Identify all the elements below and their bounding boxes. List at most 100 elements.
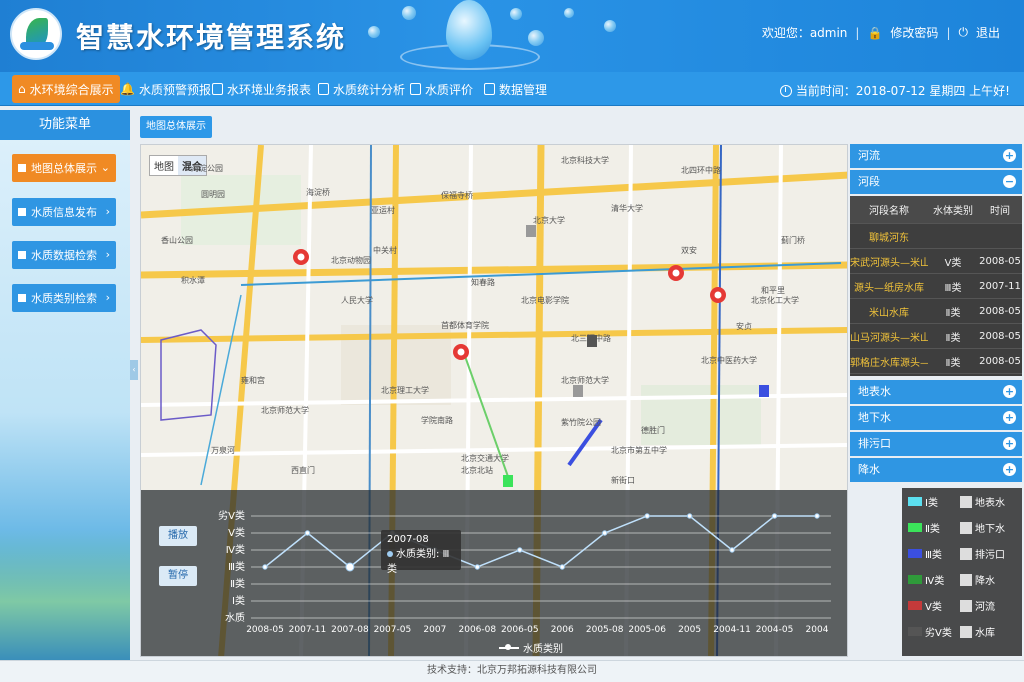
section-river[interactable]: 河流 + bbox=[850, 144, 1022, 168]
bubble-icon bbox=[564, 8, 574, 18]
main-nav: ⌂ 水环境综合展示 🔔 水质预警预报 水环境业务报表 水质统计分析 水质评价 数据管… bbox=[0, 72, 1024, 106]
map-label: 北京中医药大学 bbox=[701, 356, 757, 365]
x-tick-label: 2004-11 bbox=[713, 625, 751, 635]
chart-legend[interactable]: 水质类别 bbox=[499, 640, 563, 655]
groundwater-icon bbox=[960, 521, 972, 534]
bubble-icon bbox=[402, 6, 416, 20]
map-label: 北京师范大学 bbox=[261, 406, 309, 415]
legend-river: 河流 bbox=[960, 598, 995, 613]
map-label: 人民大学 bbox=[341, 296, 373, 305]
data-point bbox=[345, 562, 355, 572]
map-label: 双安 bbox=[681, 246, 697, 255]
chevron-right-icon: › bbox=[105, 248, 110, 261]
map-label: 雍和宫 bbox=[241, 376, 265, 385]
bubble-icon bbox=[604, 20, 616, 32]
table-row[interactable]: 聊城河东 bbox=[850, 224, 1022, 249]
map-label: 北三环中路 bbox=[571, 334, 611, 343]
menu-icon bbox=[18, 251, 26, 259]
map-label: 德胜门 bbox=[641, 426, 665, 435]
table-row[interactable]: 米山水库 Ⅱ类 2008-05 bbox=[850, 299, 1022, 324]
expand-icon: + bbox=[1003, 385, 1016, 398]
nav-item-evaluation[interactable]: 水质评价 bbox=[404, 75, 479, 103]
logout-link[interactable]: 退出 bbox=[976, 24, 1000, 41]
section-rainfall[interactable]: 降水 + bbox=[850, 458, 1022, 482]
map-label: 知春路 bbox=[471, 278, 495, 287]
bubble-icon bbox=[368, 26, 380, 38]
bubble-icon bbox=[528, 30, 544, 46]
data-point bbox=[304, 530, 311, 536]
surface-water-icon bbox=[960, 495, 972, 508]
legend-class-1: Ⅰ类 bbox=[908, 494, 938, 509]
x-tick-label: 2007-08 bbox=[331, 625, 369, 635]
table-row[interactable]: 源头—纸房水库 Ⅲ类 2007-11 bbox=[850, 274, 1022, 299]
map-type-map[interactable]: 地图 bbox=[150, 156, 178, 175]
nav-item-data[interactable]: 数据管理 bbox=[478, 75, 553, 103]
map-label: 首都体育学院 bbox=[441, 321, 489, 330]
nav-item-reports[interactable]: 水环境业务报表 bbox=[206, 75, 317, 103]
y-tick-label: Ⅱ类 bbox=[230, 577, 245, 590]
menu-icon bbox=[18, 164, 26, 172]
welcome-text: 欢迎您：admin bbox=[761, 26, 848, 40]
sidebar-item-class-search[interactable]: 水质类别检索 › bbox=[12, 284, 116, 312]
river-icon bbox=[960, 599, 972, 612]
map-label: 北京科技大学 bbox=[561, 156, 609, 165]
outfall-icon bbox=[960, 547, 972, 560]
map-legend: Ⅰ类 Ⅱ类 Ⅲ类 Ⅳ类 Ⅴ类 劣Ⅴ类 地表水 地下水 排污口 降水 河流 水库 bbox=[902, 488, 1022, 656]
legend-class-3: Ⅲ类 bbox=[908, 546, 942, 561]
legend-rainfall: 降水 bbox=[960, 572, 995, 587]
x-tick-label: 2007-11 bbox=[289, 625, 327, 635]
x-tick-label: 2006-05 bbox=[501, 625, 539, 635]
x-tick-label: 2005 bbox=[678, 625, 701, 635]
x-tick-label: 2006 bbox=[551, 625, 574, 635]
sidebar-item-publish[interactable]: 水质信息发布 › bbox=[12, 198, 116, 226]
table-row[interactable]: 郭格庄水库源头—入东母猪河口 Ⅱ类 2008-05 bbox=[850, 349, 1022, 374]
logo bbox=[10, 8, 62, 60]
data-point bbox=[559, 564, 565, 570]
data-point bbox=[644, 513, 650, 519]
table-header: 河段名称 水体类别 时间 bbox=[850, 196, 1022, 224]
statistics-icon bbox=[318, 83, 329, 95]
x-tick-label: 2005-06 bbox=[628, 625, 666, 635]
tab-map-overview[interactable]: 地图总体展示 bbox=[140, 116, 212, 138]
app-title: 智慧水环境管理系统 bbox=[76, 21, 347, 54]
map-label: 学院南路 bbox=[421, 416, 453, 425]
table-row[interactable]: 宋武河源头—米山水库 Ⅴ类 2008-05 bbox=[850, 249, 1022, 274]
main-content: 地图总体展示 地图 混合 海淀公园 香山公园 中关村 北京大学 清华大学 圆明园… bbox=[138, 110, 1024, 660]
nav-item-statistics[interactable]: 水质统计分析 bbox=[312, 75, 411, 103]
data-point bbox=[814, 513, 820, 519]
map-label: 北京大学 bbox=[533, 216, 565, 225]
change-password-link[interactable]: 修改密码 bbox=[890, 24, 938, 41]
map-label: 亚运村 bbox=[371, 206, 395, 215]
menu-icon bbox=[18, 294, 26, 302]
nav-item-warning[interactable]: 🔔 水质预警预报 bbox=[114, 75, 217, 103]
section-river-segment[interactable]: 河段 − bbox=[850, 170, 1022, 194]
nav-item-overview[interactable]: ⌂ 水环境综合展示 bbox=[12, 75, 120, 103]
map-label: 北京化工大学 bbox=[751, 296, 799, 305]
database-icon bbox=[484, 83, 495, 95]
section-outfall[interactable]: 排污口 + bbox=[850, 432, 1022, 456]
sidebar-collapse-handle[interactable]: ‹ bbox=[130, 360, 138, 380]
map-label: 保福寺桥 bbox=[441, 191, 473, 200]
water-quality-chart: 水质 Ⅰ类 Ⅱ类 Ⅲ类 Ⅳ类 Ⅴ类 劣Ⅴ类 2008-05 2007-11 2007-08 2007… bbox=[218, 509, 831, 635]
section-surface-water[interactable]: 地表水 + bbox=[850, 380, 1022, 404]
legend-reservoir: 水库 bbox=[960, 624, 995, 639]
x-tick-label: 2006-08 bbox=[459, 625, 497, 635]
y-tick-label: Ⅴ类 bbox=[228, 526, 245, 539]
x-tick-label: 2007-05 bbox=[374, 625, 412, 635]
map-label: 北京理工大学 bbox=[381, 386, 429, 395]
section-groundwater[interactable]: 地下水 + bbox=[850, 406, 1022, 430]
reservoir-icon bbox=[960, 625, 972, 638]
legend-surface-water: 地表水 bbox=[960, 494, 1005, 509]
app-header: 智慧水环境管理系统 欢迎您：admin | 🔒 修改密码 | ⏻ 退出 bbox=[0, 0, 1024, 72]
table-row[interactable]: 山马河源头—米山水库 Ⅱ类 2008-05 bbox=[850, 324, 1022, 349]
power-icon: ⏻ bbox=[958, 25, 968, 39]
map-label: 北京市第五中学 bbox=[611, 446, 667, 455]
map-view[interactable]: 地图 混合 海淀公园 香山公园 中关村 北京大学 清华大学 圆明园 北京科技大学 北京理工大学… bbox=[140, 144, 848, 657]
clock-icon bbox=[779, 84, 792, 97]
sidebar-item-map-overview[interactable]: 地图总体展示 ⌄ bbox=[12, 154, 116, 182]
map-label: 积水潭 bbox=[181, 276, 205, 285]
sidebar-title: 功能菜单 bbox=[0, 110, 130, 140]
sidebar-item-data-search[interactable]: 水质数据检索 › bbox=[12, 241, 116, 269]
data-point bbox=[729, 547, 735, 553]
map-label: 紫竹院公园 bbox=[561, 418, 601, 427]
